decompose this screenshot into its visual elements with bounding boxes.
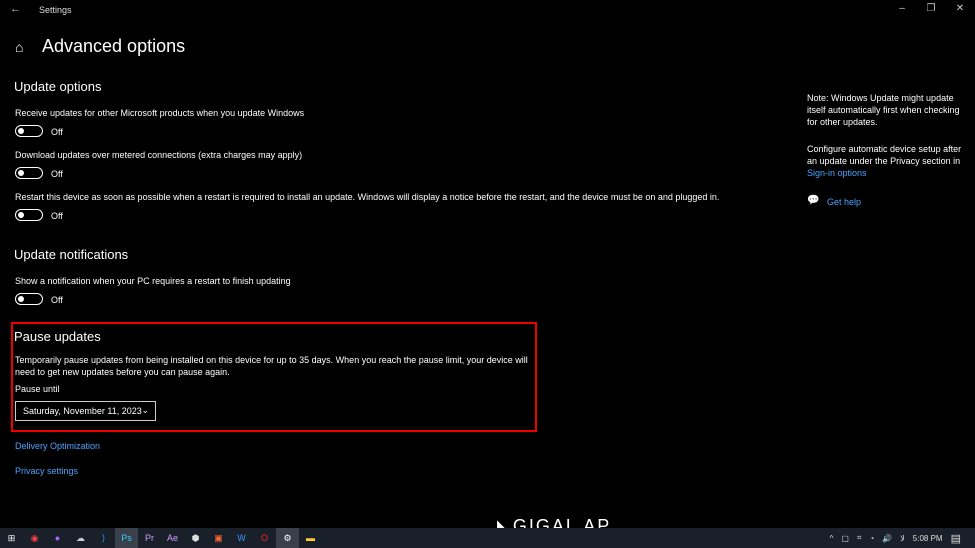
- network-icon[interactable]: ⌗: [857, 533, 862, 543]
- language-icon[interactable]: ﻻ: [900, 534, 905, 543]
- notifications-icon[interactable]: ▤: [951, 532, 961, 545]
- clock[interactable]: 5:08 PM: [913, 534, 943, 543]
- pause-until-label: Pause until: [15, 384, 60, 394]
- toggle-label: Show a notification when your PC require…: [15, 276, 291, 286]
- toggle-other-products[interactable]: [15, 125, 43, 137]
- chevron-up-icon[interactable]: ^: [830, 534, 834, 543]
- window-title: Settings: [39, 5, 72, 15]
- premiere-icon[interactable]: Pr: [138, 528, 161, 548]
- record-app-icon[interactable]: ◉: [23, 528, 46, 548]
- toggle-state: Off: [51, 169, 63, 179]
- photoshop-icon[interactable]: Ps: [115, 528, 138, 548]
- home-icon[interactable]: ⌂: [15, 39, 23, 55]
- section-update-options: Update options: [14, 79, 102, 94]
- toggle-state: Off: [51, 211, 63, 221]
- update-note: Note: Windows Update might update itself…: [807, 93, 960, 127]
- privacy-settings-link[interactable]: Privacy settings: [15, 466, 78, 476]
- toggle-label: Download updates over metered connection…: [15, 150, 303, 160]
- pause-until-dropdown[interactable]: Saturday, November 11, 2023 ⌄: [15, 401, 156, 421]
- config-note: Configure automatic device setup after a…: [807, 143, 967, 179]
- toggle-label: Restart this device as soon as possible …: [15, 192, 720, 202]
- gear-app-icon[interactable]: ⬢: [184, 528, 207, 548]
- toggle-state: Off: [51, 295, 63, 305]
- vscode-icon[interactable]: ⟩: [92, 528, 115, 548]
- toggle-restart[interactable]: [15, 209, 43, 221]
- sign-in-options-link[interactable]: Sign-in options: [807, 168, 867, 178]
- opera-icon[interactable]: O: [253, 528, 276, 548]
- device-icon[interactable]: ▢: [841, 534, 849, 543]
- pause-description: Temporarily pause updates from being ins…: [15, 355, 528, 377]
- dropdown-value: Saturday, November 11, 2023: [23, 406, 142, 416]
- toggle-metered[interactable]: [15, 167, 43, 179]
- config-text: Configure automatic device setup after a…: [807, 144, 962, 166]
- cloud-icon[interactable]: ☁: [69, 528, 92, 548]
- toggle-restart-notification[interactable]: [15, 293, 43, 305]
- word-icon[interactable]: W: [230, 528, 253, 548]
- page-title: Advanced options: [42, 36, 186, 56]
- after-effects-icon[interactable]: Ae: [161, 528, 184, 548]
- windows-start-icon[interactable]: ⊞: [0, 528, 23, 548]
- settings-icon[interactable]: ⚙: [276, 528, 299, 548]
- app-icon[interactable]: ▣: [207, 528, 230, 548]
- taskbar: ⊞ ◉ ● ☁ ⟩ Ps Pr Ae ⬢ ▣ W O ⚙ ▬ ^ ▢ ⌗ ◔ 🔊…: [0, 528, 975, 548]
- help-icon: 💬: [807, 195, 820, 206]
- close-button[interactable]: ✕: [950, 3, 970, 14]
- restore-button[interactable]: ❐: [921, 3, 941, 14]
- delivery-optimization-link[interactable]: Delivery Optimization: [15, 441, 100, 451]
- minimize-button[interactable]: –: [892, 3, 912, 14]
- section-update-notifications: Update notifications: [14, 247, 129, 262]
- chevron-down-icon: ⌄: [141, 405, 149, 415]
- volume-icon[interactable]: 🔊: [882, 534, 892, 543]
- file-explorer-icon[interactable]: ▬: [299, 528, 322, 548]
- github-icon[interactable]: ●: [46, 528, 69, 548]
- toggle-label: Receive updates for other Microsoft prod…: [15, 108, 305, 118]
- back-button[interactable]: ←: [10, 3, 21, 15]
- section-pause-updates: Pause updates: [14, 329, 101, 344]
- toggle-state: Off: [51, 127, 63, 137]
- get-help-link[interactable]: Get help: [827, 197, 861, 207]
- wifi-icon[interactable]: ◔: [869, 534, 874, 543]
